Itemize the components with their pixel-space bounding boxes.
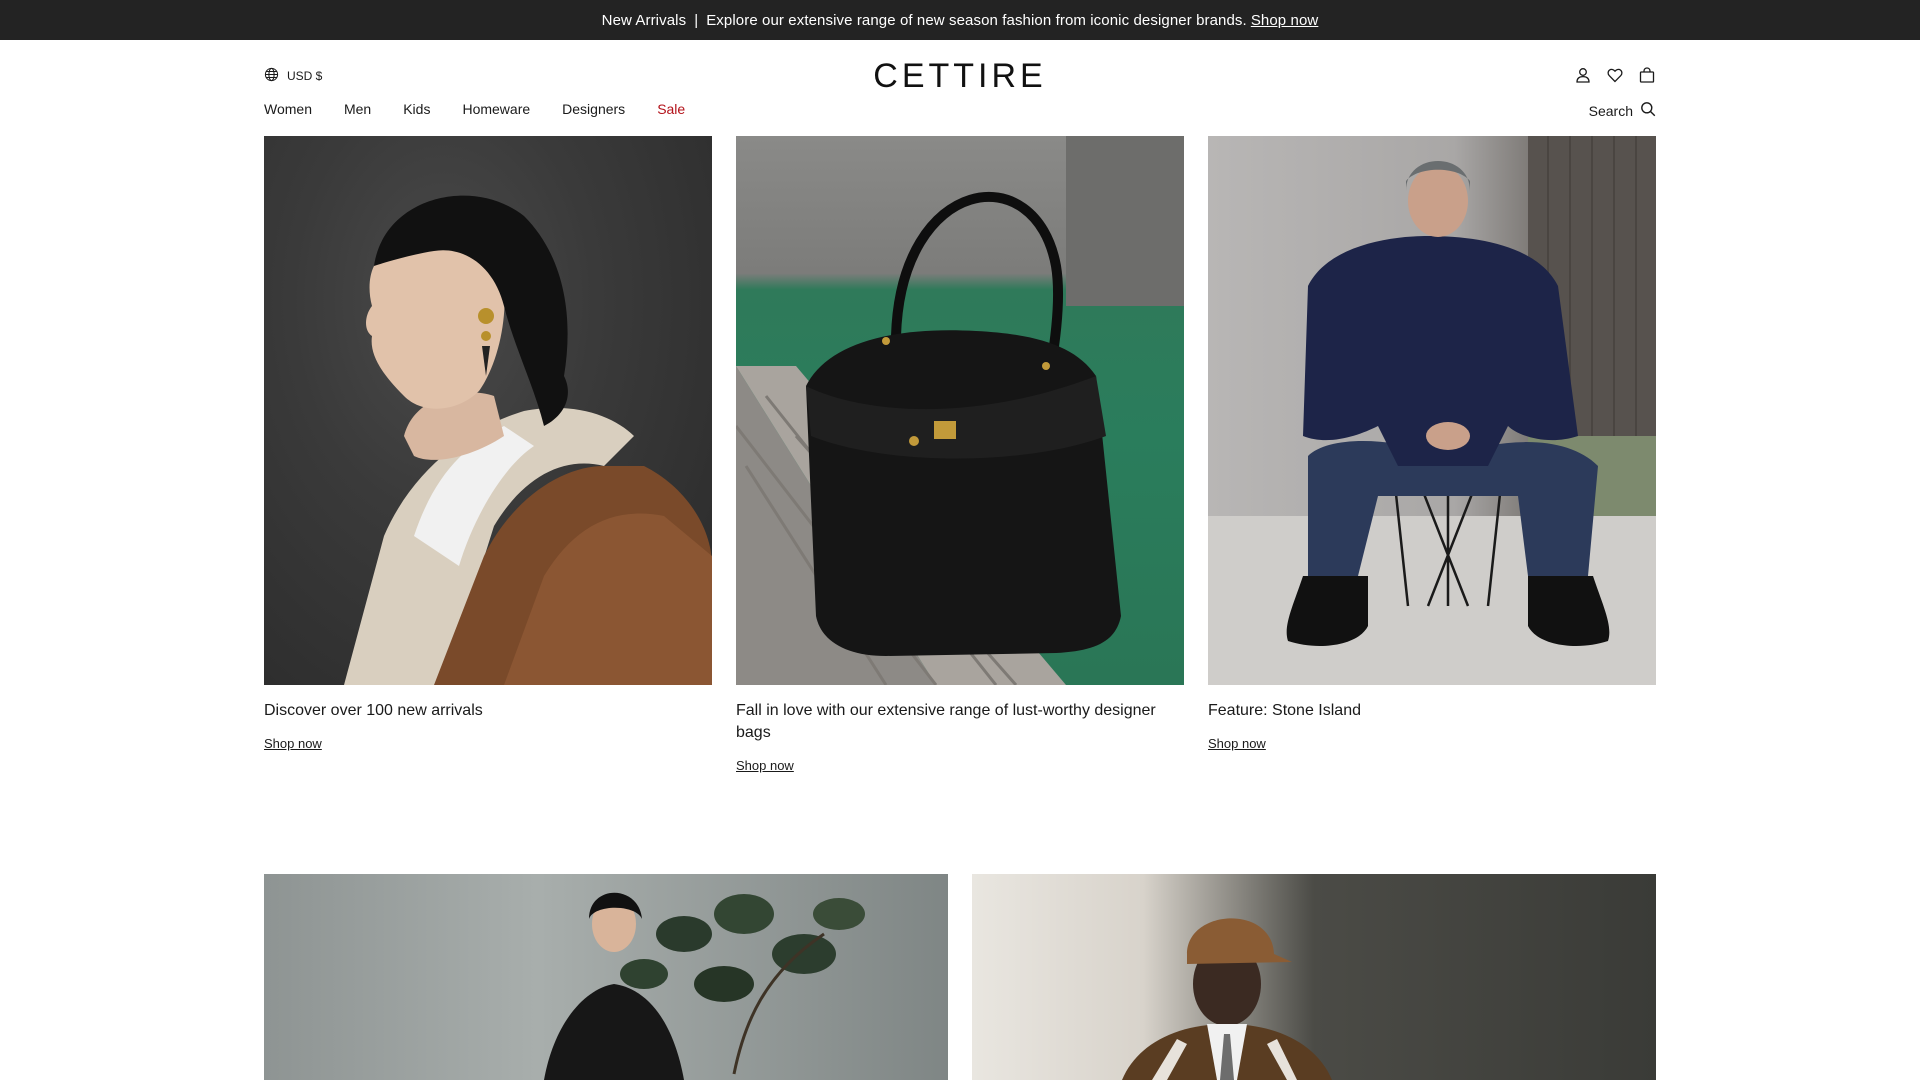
nav-item-kids[interactable]: Kids bbox=[403, 101, 430, 117]
announcement-separator: | bbox=[694, 11, 699, 29]
wishlist-heart-icon[interactable] bbox=[1606, 66, 1624, 84]
banner-image-man-brown-cap[interactable] bbox=[972, 874, 1656, 1080]
feature-caption: Discover over 100 new arrivals bbox=[264, 702, 483, 719]
feature-caption: Feature: Stone Island bbox=[1208, 702, 1361, 719]
feature-card-stone-island: Feature: Stone Island Shop now bbox=[1208, 136, 1656, 753]
nav-item-men[interactable]: Men bbox=[344, 101, 371, 117]
account-icon[interactable] bbox=[1574, 66, 1592, 84]
header-icons bbox=[1574, 66, 1656, 84]
nav-item-homeware[interactable]: Homeware bbox=[462, 101, 530, 117]
banner-image-woman-leather-jacket[interactable] bbox=[264, 874, 948, 1080]
main-nav: Women Men Kids Homeware Designers Sale bbox=[264, 101, 717, 117]
bag-icon[interactable] bbox=[1638, 66, 1656, 84]
feature-shop-now-link[interactable]: Shop now bbox=[736, 758, 794, 773]
announcement-bar: New Arrivals | Explore our extensive ran… bbox=[0, 0, 1920, 40]
feature-shop-now-link[interactable]: Shop now bbox=[264, 736, 322, 751]
feature-image-black-handbag[interactable] bbox=[736, 136, 1184, 685]
feature-image-man-seated[interactable] bbox=[1208, 136, 1656, 685]
announcement-prefix: New Arrivals bbox=[601, 11, 687, 29]
nav-item-designers[interactable]: Designers bbox=[562, 101, 625, 117]
search-icon bbox=[1640, 101, 1656, 120]
feature-card-new-arrivals: Discover over 100 new arrivals Shop now bbox=[264, 136, 712, 753]
announcement-shop-now-link[interactable]: Shop now bbox=[1251, 12, 1319, 29]
feature-shop-now-link[interactable]: Shop now bbox=[1208, 736, 1266, 751]
nav-item-sale[interactable]: Sale bbox=[657, 101, 685, 117]
search-button[interactable]: Search bbox=[1589, 101, 1656, 120]
feature-card-designer-bags: Fall in love with our extensive range of… bbox=[736, 136, 1184, 775]
feature-caption: Fall in love with our extensive range of… bbox=[736, 702, 1156, 741]
feature-image-woman-profile[interactable] bbox=[264, 136, 712, 685]
announcement-text: Explore our extensive range of new seaso… bbox=[706, 11, 1247, 29]
search-label: Search bbox=[1588, 102, 1633, 119]
nav-item-women[interactable]: Women bbox=[264, 101, 312, 117]
